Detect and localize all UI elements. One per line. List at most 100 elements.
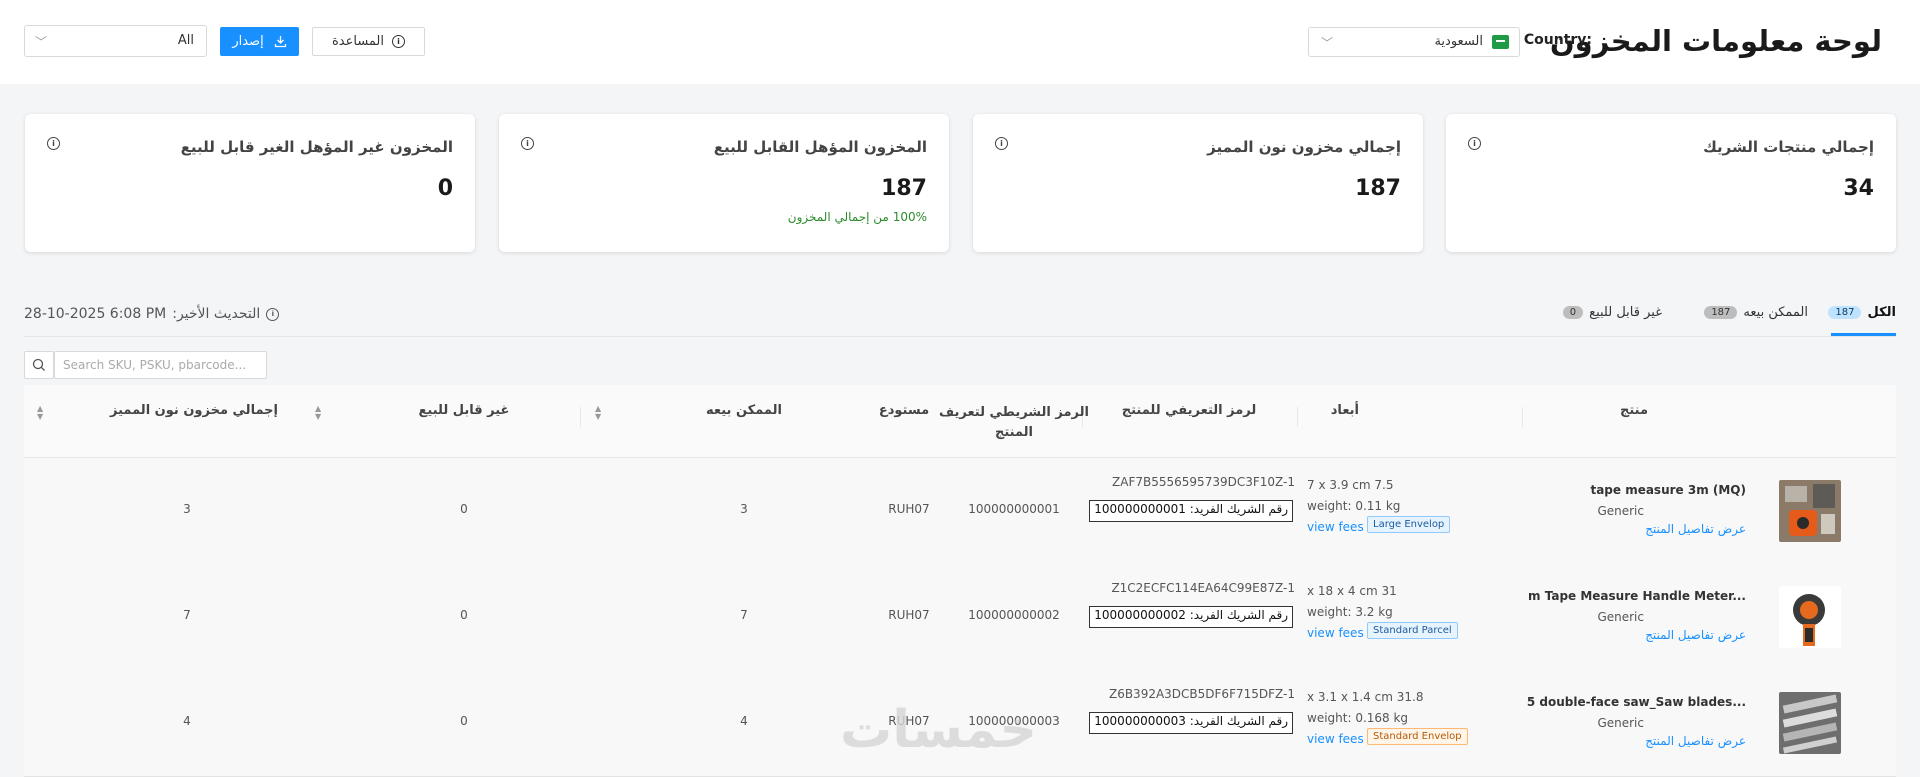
col-dimensions: أبعاد xyxy=(1330,403,1359,418)
view-product-details-link[interactable]: عرض تفاصيل المنتج xyxy=(1645,628,1746,642)
weight: weight: 3.2 kg xyxy=(1307,605,1393,619)
card-value: 187 xyxy=(881,176,927,201)
card-title: إجمالي مخزون نون المميز xyxy=(1207,138,1401,156)
col-warehouse: مستودع xyxy=(878,403,930,418)
tab-count-badge: 0 xyxy=(1562,306,1584,319)
view-fees-link[interactable]: view fees xyxy=(1307,626,1364,640)
card-title: المخزون غير المؤهل الغير قابل للبيع xyxy=(180,138,453,156)
sort-icon[interactable]: ▲ ▼ xyxy=(595,405,601,421)
view-product-details-link[interactable]: عرض تفاصيل المنتج xyxy=(1645,522,1746,536)
product-name[interactable]: 5 double-face saw_Saw blades... xyxy=(1527,695,1746,709)
weight: weight: 0.11 kg xyxy=(1307,499,1401,513)
col-sellable: الممكن بيعه xyxy=(706,403,782,418)
barcode: 100000000002 xyxy=(968,608,1060,622)
view-fees-link[interactable]: view fees xyxy=(1307,520,1364,534)
sort-icon[interactable]: ▲ ▼ xyxy=(37,405,43,421)
table-row: tape measure 3m (MQ) Generic عرض تفاصيل … xyxy=(24,458,1896,565)
info-icon[interactable]: i xyxy=(521,137,534,150)
watermark: خمسات xyxy=(840,700,1038,760)
product-image xyxy=(1779,586,1841,648)
col-product: منتج xyxy=(1619,403,1649,418)
dimensions: x 3.1 x 1.4 cm 31.8 xyxy=(1307,690,1424,704)
unsellable-qty: 0 xyxy=(460,714,468,728)
page-title: لوحة معلومات المخزون xyxy=(1549,24,1882,58)
product-brand: Generic xyxy=(1597,610,1644,624)
partner-unique-id: رقم الشريك الفريد: 100000000002 xyxy=(1089,606,1293,628)
tab-label: الممكن بيعه xyxy=(1743,305,1808,320)
top-header: لوحة معلومات المخزون Country: السعودية ﹀… xyxy=(0,0,1920,84)
total-qty: 3 xyxy=(183,502,191,516)
info-icon[interactable]: i xyxy=(1468,137,1481,150)
download-icon xyxy=(274,36,286,48)
partner-unique-id: رقم الشريك الفريد: 100000000001 xyxy=(1089,500,1293,522)
tab-count-badge: 187 xyxy=(1704,306,1738,319)
col-barcode: الرمز الشريطي لتعريف المنتج xyxy=(939,405,1089,440)
tab-label: غير قابل للبيع xyxy=(1589,305,1662,320)
info-icon[interactable]: i xyxy=(47,137,60,150)
col-unsellable: غير قابل للبيع xyxy=(418,403,510,418)
warehouse: RUH07 xyxy=(888,502,930,516)
issue-button[interactable]: إصدار xyxy=(220,27,299,56)
size-tier-badge: Standard Parcel xyxy=(1367,622,1458,639)
product-image xyxy=(1779,480,1841,542)
country-label: Country: xyxy=(1523,32,1592,48)
filter-select-value: All xyxy=(177,33,194,48)
card-subtext: 100% من إجمالي المخزون xyxy=(787,210,927,224)
search-icon xyxy=(32,358,45,371)
card-title: المخزون المؤهل القابل للبيع xyxy=(713,138,927,156)
card-total-noon-stock: إجمالي مخزون نون المميز i 187 xyxy=(973,114,1423,252)
card-sellable-stock: المخزون المؤهل القابل للبيع i 187 100% م… xyxy=(499,114,949,252)
size-tier-badge: Large Envelop xyxy=(1367,516,1451,533)
country-select[interactable]: السعودية ﹀ xyxy=(1308,27,1520,57)
total-qty: 4 xyxy=(183,714,191,728)
product-brand: Generic xyxy=(1597,716,1644,730)
last-update-label: التحديث الأخير: xyxy=(172,306,261,322)
country-select-value: السعودية xyxy=(1434,34,1483,49)
barcode: 100000000001 xyxy=(968,502,1060,516)
search-button[interactable] xyxy=(24,351,54,379)
size-tier-badge: Standard Envelop xyxy=(1367,728,1468,745)
tab-unsellable[interactable]: غير قابل للبيع 0 xyxy=(1562,305,1662,320)
last-update-value: 28-10-2025 6:08 PM xyxy=(24,306,167,322)
search-input[interactable] xyxy=(54,351,267,379)
col-sku-id: لرمز التعريفي للمنتج xyxy=(1121,403,1257,418)
view-product-details-link[interactable]: عرض تفاصيل المنتج xyxy=(1645,734,1746,748)
table-header: منتج أبعاد لرمز التعريفي للمنتج الرمز ال… xyxy=(24,385,1896,458)
dimensions: 7 x 3.9 cm 7.5 xyxy=(1307,478,1394,492)
tabs-divider xyxy=(24,336,1896,337)
help-button[interactable]: المساعدة i xyxy=(312,27,425,56)
product-name[interactable]: m Tape Measure Handle Meter... xyxy=(1528,589,1746,603)
product-name[interactable]: tape measure 3m (MQ) xyxy=(1590,483,1746,497)
saudi-flag-icon xyxy=(1492,35,1509,49)
tab-label: الكل xyxy=(1867,305,1896,320)
partner-unique-id: رقم الشريك الفريد: 100000000003 xyxy=(1089,712,1293,734)
card-value: 187 xyxy=(1355,176,1401,201)
warehouse: RUH07 xyxy=(888,608,930,622)
last-update: i التحديث الأخير: 28-10-2025 6:08 PM xyxy=(24,306,280,322)
sort-icon[interactable]: ▲ ▼ xyxy=(315,405,321,421)
unsellable-qty: 0 xyxy=(460,502,468,516)
tab-all[interactable]: الكل 187 xyxy=(1828,305,1896,320)
product-image xyxy=(1779,692,1841,754)
col-total: إجمالي مخزون نون المميز xyxy=(109,403,278,418)
chevron-down-icon: ﹀ xyxy=(1321,36,1334,50)
help-button-label: المساعدة xyxy=(331,34,385,49)
view-fees-link[interactable]: view fees xyxy=(1307,732,1364,746)
card-title: إجمالي منتجات الشريك xyxy=(1703,138,1874,156)
unsellable-qty: 0 xyxy=(460,608,468,622)
chevron-down-icon: ﹀ xyxy=(35,35,48,49)
info-icon[interactable]: i xyxy=(995,137,1008,150)
card-value: 34 xyxy=(1843,176,1874,201)
product-brand: Generic xyxy=(1597,504,1644,518)
sellable-qty: 3 xyxy=(740,502,748,516)
sku-id: ZAF7B5556595739DC3F10Z-1 xyxy=(1112,475,1295,489)
col-divider xyxy=(1297,407,1298,427)
card-total-partner-products: إجمالي منتجات الشريك i 34 xyxy=(1446,114,1896,252)
sellable-qty: 7 xyxy=(740,608,748,622)
sellable-qty: 4 xyxy=(740,714,748,728)
tab-sellable[interactable]: الممكن بيعه 187 xyxy=(1704,305,1808,320)
dimensions: x 18 x 4 cm 31 xyxy=(1307,584,1397,598)
total-qty: 7 xyxy=(183,608,191,622)
filter-select[interactable]: All ﹀ xyxy=(24,25,207,57)
col-divider xyxy=(1522,407,1523,427)
